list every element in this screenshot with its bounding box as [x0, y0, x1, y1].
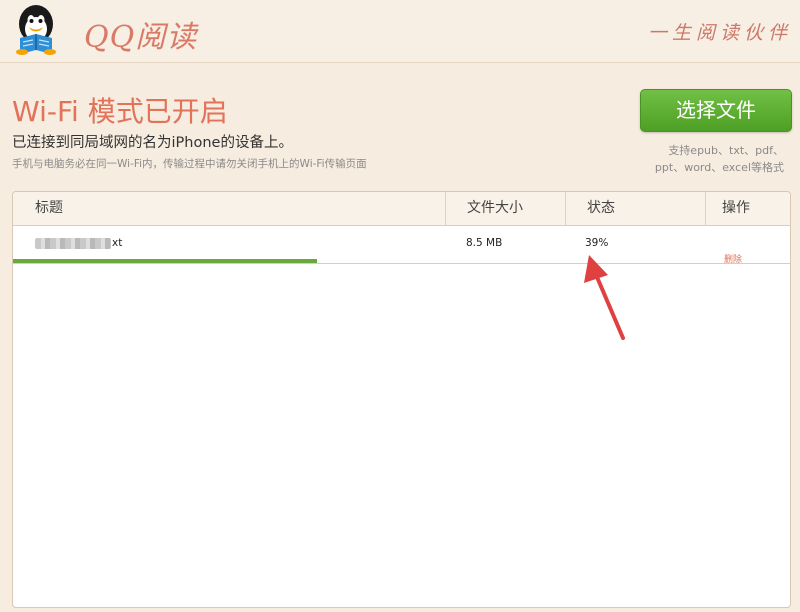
- annotation-arrow-icon: [584, 255, 625, 340]
